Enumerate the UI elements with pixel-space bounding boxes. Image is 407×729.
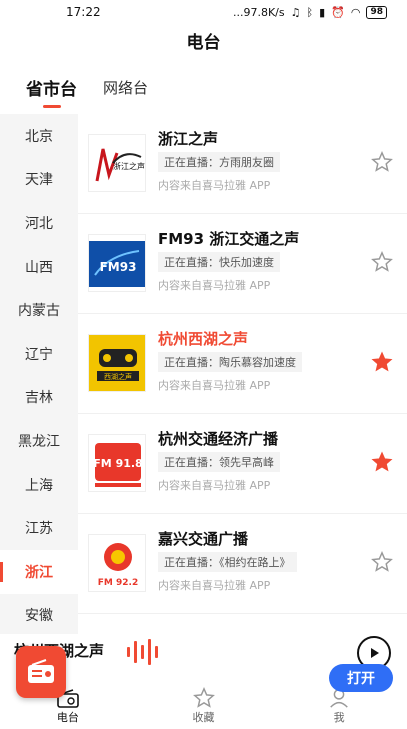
province-item[interactable]: 山西 [0,245,78,289]
province-item[interactable]: 吉林 [0,376,78,420]
live-program: 正在直播：方雨朋友圈 [158,152,280,172]
battery-icon: 98 [366,5,387,19]
audio-wave-icon [127,638,158,666]
station-logo: FM93 [88,234,146,292]
network-speed: ...97.8K/s [232,5,285,19]
station-row[interactable]: FM 91.8 杭州交通经济广播 正在直播：领先早高峰 内容来自喜马拉雅 APP [78,414,407,514]
status-bar: 17:22 ...97.8K/s ♫ ᛒ ▮ ⏰ ◠ 98 [0,0,407,24]
favorite-star-icon[interactable] [371,551,393,573]
station-name: 浙江之声 [158,130,219,148]
province-item[interactable]: 黑龙江 [0,419,78,463]
province-item[interactable]: 内蒙古 [0,288,78,332]
alarm-icon: ⏰ [331,5,345,19]
station-row[interactable]: 浙江之声 浙江之声 正在直播：方雨朋友圈 内容来自喜马拉雅 APP [78,114,407,214]
province-item[interactable]: 上海 [0,463,78,507]
station-name: 嘉兴交通广播 [158,530,249,548]
station-list: 浙江之声 浙江之声 正在直播：方雨朋友圈 内容来自喜马拉雅 APP FM93 F… [78,114,407,634]
province-item[interactable]: 辽宁 [0,332,78,376]
status-time: 17:22 [66,5,101,19]
station-logo: FM 92.2 [88,534,146,592]
bluetooth-icon: ᛒ [306,5,314,19]
station-row[interactable]: FM93 FM93 浙江交通之声 正在直播：快乐加速度 内容来自喜马拉雅 APP [78,214,407,314]
station-logo: 浙江之声 [88,134,146,192]
station-row-playing[interactable]: 西湖之声 杭州西湖之声 正在直播：陶乐慕容加速度 内容来自喜马拉雅 APP [78,314,407,414]
nav-label: 我 [333,711,345,724]
station-logo-text: FM93 [100,260,137,274]
source-note: 内容来自喜马拉雅 APP [158,579,271,592]
nav-label: 电台 [56,711,79,724]
signal-icon: ▮ [319,5,326,19]
source-note: 内容来自喜马拉雅 APP [158,479,271,492]
wifi-icon: ◠ [350,5,361,19]
live-program: 正在直播：领先早高峰 [158,452,280,472]
app-badge-button[interactable] [16,646,66,698]
station-name: 杭州交通经济广播 [158,430,279,448]
star-icon [192,687,215,708]
station-row[interactable]: FM 92.2 嘉兴交通广播 正在直播：《相约在路上》 内容来自喜马拉雅 APP [78,514,407,614]
province-item[interactable]: 北京 [0,114,78,158]
source-note: 内容来自喜马拉雅 APP [158,379,271,392]
province-item-selected[interactable]: 浙江 [0,549,78,594]
open-app-button[interactable]: 打开 [329,664,393,692]
live-program: 正在直播：《相约在路上》 [158,552,297,572]
radio-app-icon [28,659,54,683]
tab-bar: 省市台 网络台 [0,70,407,110]
source-note: 内容来自喜马拉雅 APP [158,179,271,192]
station-name: FM93 浙江交通之声 [158,230,300,248]
station-logo-text: FM 92.2 [98,578,138,588]
live-program: 正在直播：快乐加速度 [158,252,280,272]
live-program: 正在直播：陶乐慕容加速度 [158,352,302,372]
station-logo: FM 91.8 [88,434,146,492]
play-icon [371,648,379,658]
station-logo-text: 浙江之声 [113,161,145,171]
status-indicators: ...97.8K/s ♫ ᛒ ▮ ⏰ ◠ 98 [232,5,387,19]
station-logo: 西湖之声 [88,334,146,392]
favorite-star-icon-filled[interactable] [371,451,393,473]
headphone-icon: ♫ [290,5,301,19]
station-name: 杭州西湖之声 [158,330,249,348]
favorite-star-icon-filled[interactable] [371,351,393,373]
province-item[interactable]: 安徽 [0,594,78,634]
station-logo-text: 西湖之声 [104,372,132,381]
tab-province-stations[interactable]: 省市台 [26,75,77,106]
province-item[interactable]: 河北 [0,201,78,245]
nav-label: 收藏 [192,711,215,724]
tab-network-stations[interactable]: 网络台 [103,77,148,104]
favorite-star-icon[interactable] [371,251,393,273]
province-sidebar: 北京 天津 河北 山西 内蒙古 辽宁 吉林 黑龙江 上海 江苏 浙江 安徽 [0,114,78,634]
nav-favorites[interactable]: 收藏 [136,680,272,729]
page-title: 电台 [186,33,221,53]
province-item[interactable]: 天津 [0,158,78,202]
favorite-star-icon[interactable] [371,151,393,173]
station-logo-text: FM 91.8 [93,457,142,470]
source-note: 内容来自喜马拉雅 APP [158,279,271,292]
province-item[interactable]: 江苏 [0,506,78,550]
